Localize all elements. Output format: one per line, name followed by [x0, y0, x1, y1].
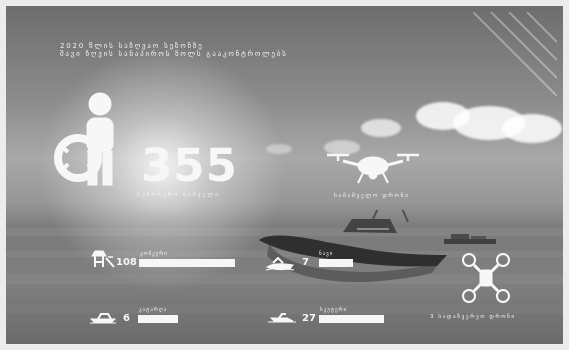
boat-icon [89, 313, 117, 324]
surveillance-drone-icon [462, 253, 510, 303]
boat-count: 6 [123, 313, 130, 324]
title-block: 2020 წლის საზღვაო სეზონზე შავი ზღვის სან… [60, 42, 288, 59]
distant-ship-image [444, 234, 496, 244]
boat-label: კატარღა [139, 307, 168, 313]
drone-label: სამაშველო დრონი [334, 193, 410, 199]
jetski-icon [265, 257, 295, 271]
surveillance-drone-label: 3 სადაზვერვო დრონი [430, 314, 516, 320]
cloud [361, 119, 401, 137]
lifeguard-label: სეზონური მაშველი [137, 192, 221, 198]
jetski-count: 7 [302, 257, 309, 268]
boat-bar [138, 315, 178, 323]
drone-icon [327, 153, 419, 184]
cloud [502, 114, 562, 143]
lifeguard-person-icon [54, 92, 114, 186]
lifeguard-count: 355 [141, 139, 238, 192]
title-line-1: 2020 წლის საზღვაო სეზონზე [60, 42, 204, 50]
scooter-count: 27 [302, 313, 316, 324]
tower-bar [139, 259, 235, 267]
scooter-icon [268, 313, 296, 323]
scooter-label: სკუტერი [320, 307, 348, 313]
inflatable-boat-image [259, 210, 447, 282]
jetski-label: ნავი [319, 251, 334, 257]
tower-count: 108 [116, 257, 137, 268]
jetski-bar [319, 259, 353, 267]
corner-decoration [473, 12, 557, 96]
lifeguard-tower-icon [91, 250, 115, 268]
infographic-frame: 2020 წლის საზღვაო სეზონზე შავი ზღვის სან… [0, 0, 569, 350]
cloud [266, 144, 292, 154]
scooter-bar [319, 315, 384, 323]
title-line-2: შავი ზღვის სანაპიროს ზოლს გააკონტროლებს [60, 50, 288, 59]
tower-label: კოშკური [140, 251, 168, 257]
